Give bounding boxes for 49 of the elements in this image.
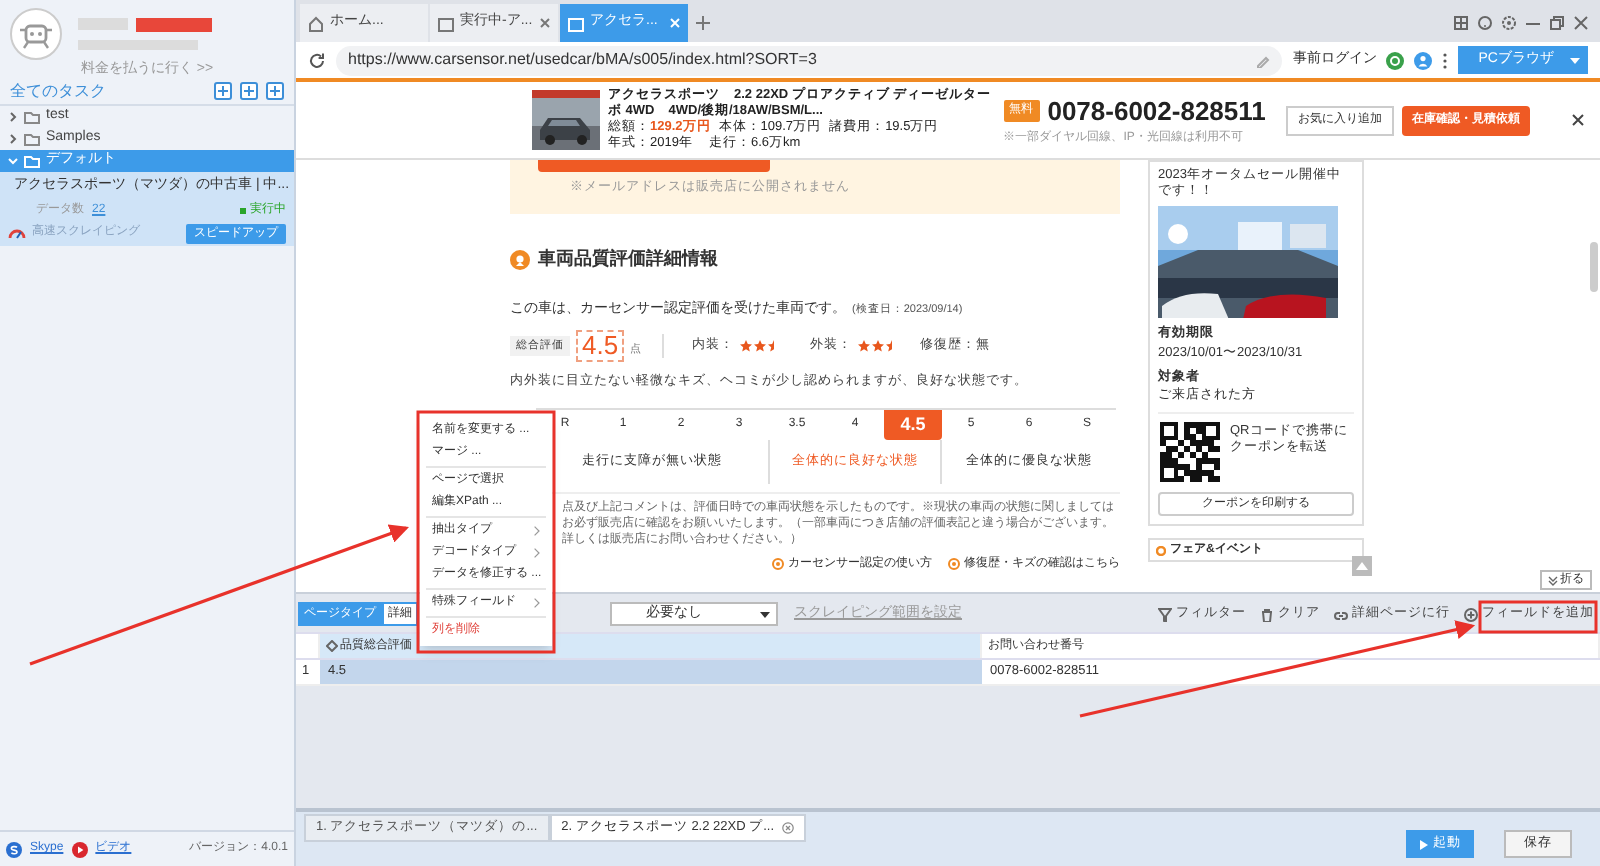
overall-score: 4.5 (576, 330, 625, 362)
link-icon (1334, 607, 1348, 621)
settings-icon[interactable] (1502, 16, 1516, 30)
play-icon (1419, 839, 1427, 849)
target-circle-icon[interactable] (1386, 51, 1405, 69)
chevron-right-icon (534, 598, 540, 608)
dropdown-caret-icon (760, 611, 770, 617)
chevron-icon (8, 134, 18, 144)
close-icon[interactable] (1574, 16, 1588, 30)
filter-icon (1158, 607, 1172, 621)
page-icon (438, 15, 454, 31)
bullet-circle-icon (772, 558, 784, 571)
robot-avatar-icon[interactable] (10, 8, 62, 60)
add-circle-icon (1464, 607, 1478, 621)
trash-icon (1260, 607, 1274, 621)
diamond-icon (326, 640, 338, 652)
close-icon[interactable] (1572, 114, 1584, 126)
double-chevron-icon (1548, 575, 1558, 585)
user-circle-icon[interactable] (1414, 51, 1433, 69)
badge-icon (510, 249, 530, 270)
scale-grade: 4.5 (884, 409, 942, 440)
redacted-account-name (78, 18, 212, 50)
home-icon (308, 15, 324, 31)
highlight-frame (1478, 600, 1598, 634)
phone-number: 0078-6002-828511 (1047, 93, 1266, 130)
import-icon[interactable] (214, 82, 232, 100)
edit-icon[interactable] (1256, 53, 1271, 67)
chevron-icon (8, 156, 18, 166)
page-icon (568, 15, 584, 31)
chevron-right-icon (534, 548, 540, 558)
reload-icon[interactable] (308, 51, 326, 69)
more-icon[interactable] (1442, 51, 1449, 69)
section-heading: 車両品質評価詳細情報 (538, 246, 718, 272)
restore-icon[interactable] (1550, 16, 1564, 30)
skype-icon[interactable] (6, 841, 22, 857)
new-tab-icon[interactable] (696, 16, 710, 30)
all-tasks-label: 全てのタスク (10, 79, 106, 103)
dropdown-caret-icon (1570, 57, 1580, 63)
url-field[interactable]: https://www.carsensor.net/usedcar/bMA/s005/index.html?SORT=3 (336, 45, 1283, 75)
chevron-right-icon (534, 526, 540, 536)
speed-gauge-icon (8, 226, 26, 240)
add-task-icon[interactable] (240, 82, 258, 100)
help-icon[interactable] (1478, 16, 1492, 30)
grid-icon[interactable] (1454, 16, 1468, 30)
export-icon[interactable] (266, 82, 284, 100)
qr-code-icon (1158, 420, 1222, 484)
bullet-circle-icon (948, 558, 960, 571)
video-play-icon[interactable] (71, 841, 88, 857)
chevron-icon (8, 112, 18, 122)
